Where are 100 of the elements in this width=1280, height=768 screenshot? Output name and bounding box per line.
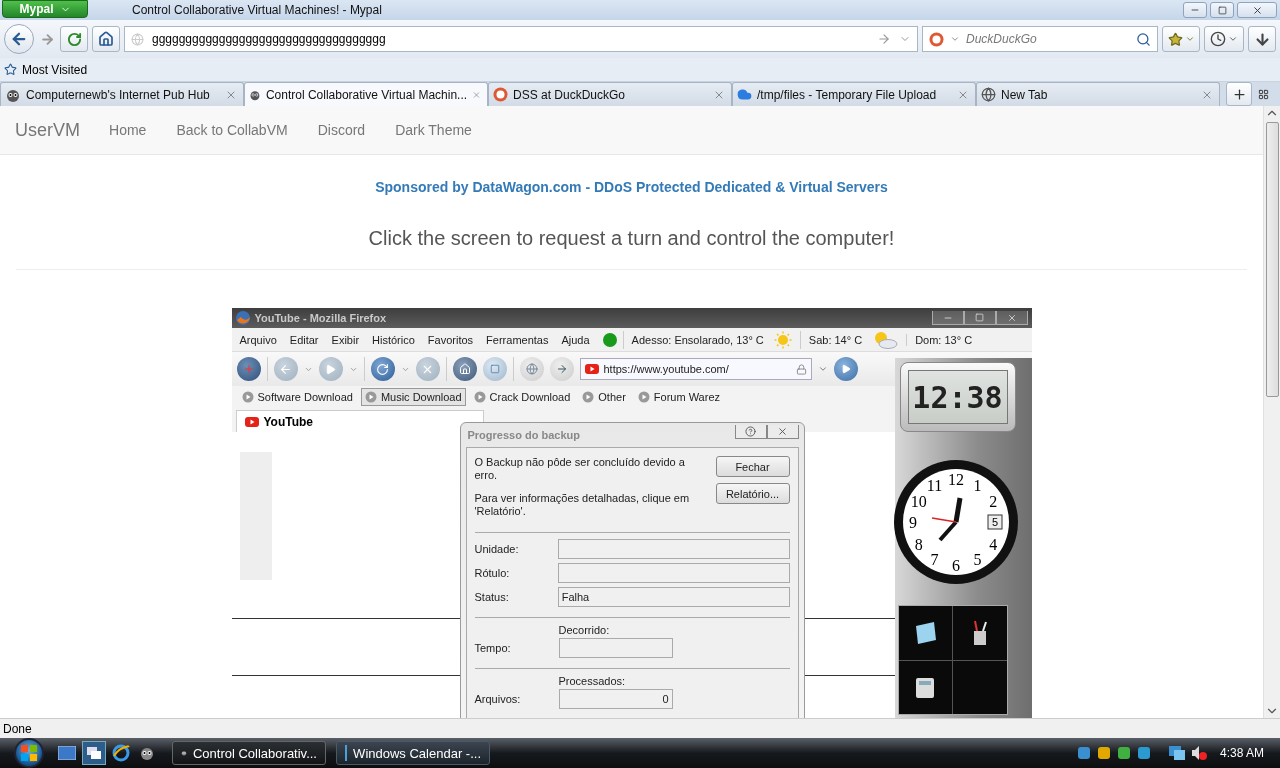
text-field[interactable] [558,638,673,658]
menu-item[interactable]: Editar [289,333,319,346]
browser-icon[interactable] [112,744,130,762]
downloads-button[interactable] [1248,26,1276,52]
lock-icon [795,363,807,375]
back-icon [279,362,292,376]
menu-item[interactable]: Favoritos [427,333,474,346]
go-button[interactable] [833,357,858,381]
browser-tab[interactable]: Computernewb's Internet Pub Hub [0,82,244,106]
download-icon [1253,30,1271,48]
text-field[interactable] [557,563,790,583]
vm-tab[interactable]: YouTube [235,410,484,432]
window-title: Control Collaborative Virtual Machines! - Mypal [132,3,383,17]
browser-tab[interactable]: DSS at DuckDuckGo [488,82,732,106]
picture-button[interactable] [482,357,507,381]
mail-button[interactable] [236,357,261,381]
text-field[interactable]: Falha [557,587,790,607]
switch-windows-button[interactable] [82,741,106,765]
nav-link[interactable]: Back to CollabVM [161,122,303,138]
brand-link[interactable]: UserVM [15,119,80,141]
vm-screen[interactable] [231,308,1032,718]
nav-link[interactable]: Home [94,122,162,138]
text-field[interactable] [557,539,790,559]
home-button[interactable] [452,357,477,381]
bookmark-link[interactable]: Software Download [237,388,357,406]
globe-icon [525,363,538,375]
vm-address-field[interactable]: https://www.youtube.com/ [579,358,812,380]
browser-tab[interactable]: /tmp/files - Temporary File Upload [732,82,976,106]
go-icon [877,32,891,46]
clock-number: 12 [947,471,964,488]
bookmark-link[interactable]: Other [578,388,630,406]
taskbar-button[interactable]: Windows Calendar -... [336,741,490,765]
tray-icon[interactable] [1135,745,1152,761]
menu-item[interactable]: Ajuda [561,333,590,346]
duck-logo-icon [493,87,508,102]
weather-text: Dom: 13° C [915,333,973,346]
minimize-button[interactable] [1183,2,1207,18]
nav-link[interactable]: Discord [302,122,381,138]
bookmarks-button[interactable] [1162,26,1200,52]
date-window: 5 [987,514,1002,530]
muted-speaker-icon[interactable] [1189,745,1208,761]
bookmark-link[interactable]: Crack Download [469,388,575,406]
network-icon[interactable] [1167,745,1186,761]
sponsor-link[interactable]: Sponsored by DataWagon.com - DDoS Protected Dedicated & Virtual Servers [375,177,888,197]
translate-button[interactable] [519,357,544,381]
scroll-thumb[interactable] [1265,122,1279,397]
maximize-button[interactable] [963,311,996,325]
tray-icon[interactable] [1095,745,1112,761]
dialog-button[interactable]: Fechar [715,456,790,477]
bookmark-item[interactable]: Most Visited [4,62,88,77]
start-button[interactable] [14,738,44,768]
reload-button[interactable] [60,26,88,52]
pen-button[interactable] [549,357,574,381]
close-button[interactable] [766,425,799,439]
grid-icon [1257,88,1269,100]
taskbar-button[interactable]: Control Collaborativ... [172,741,326,765]
address-field[interactable]: ggggggggggggggggggggggggggggggggggg [124,26,918,52]
tray-icon[interactable] [1075,745,1092,761]
clock-number: 8 [914,535,923,553]
home-button[interactable] [92,26,120,52]
history-button[interactable] [1204,26,1244,52]
play-icon [637,391,650,403]
clock-number: 5 [973,551,981,569]
forward-icon [39,31,55,47]
gadget-tile[interactable] [898,660,952,714]
taskbar-clock[interactable]: 4:38 AM [1219,746,1264,760]
browser-tab[interactable]: Control Collaborative Virtual Machin... [244,82,488,106]
back-button[interactable] [4,24,34,54]
gadget-tile[interactable] [953,606,1007,660]
globe-icon [131,32,144,46]
duck-logo-icon [929,31,944,47]
maximize-icon [1217,5,1227,15]
text-field[interactable]: 0 [558,689,673,709]
reload-button[interactable] [370,357,395,381]
help-button[interactable] [734,425,767,439]
dialog-button[interactable]: Relatório... [715,483,790,504]
nav-link[interactable]: Dark Theme [380,122,487,138]
gadget-tile[interactable] [898,606,952,660]
scrollbar[interactable] [1263,106,1280,718]
new-tab-button[interactable] [1226,82,1252,106]
maximize-button[interactable] [1210,2,1234,18]
star-icon [4,63,17,76]
clock-number: 7 [930,551,938,569]
sun-icon [773,330,792,349]
search-field[interactable]: DuckDuckGo [922,26,1158,52]
menu-item[interactable]: Histórico [372,333,415,346]
field-label: Status: [474,591,510,603]
status-text: Done [3,721,32,736]
minimize-button[interactable] [931,311,964,325]
bookmark-link[interactable]: Forum Warez [633,388,725,406]
browser-tab[interactable]: New Tab [976,82,1220,106]
close-button[interactable] [1237,2,1277,18]
menu-item[interactable]: Exibir [331,333,360,346]
menu-item[interactable]: Arquivo [239,333,277,346]
menu-item[interactable]: Ferramentas [486,333,549,346]
clock-number: 2 [988,492,997,510]
bookmark-link[interactable]: Music Download [360,388,466,406]
gadget-tile[interactable] [953,660,1007,714]
close-button[interactable] [995,311,1028,325]
tray-icon[interactable] [1115,745,1132,761]
